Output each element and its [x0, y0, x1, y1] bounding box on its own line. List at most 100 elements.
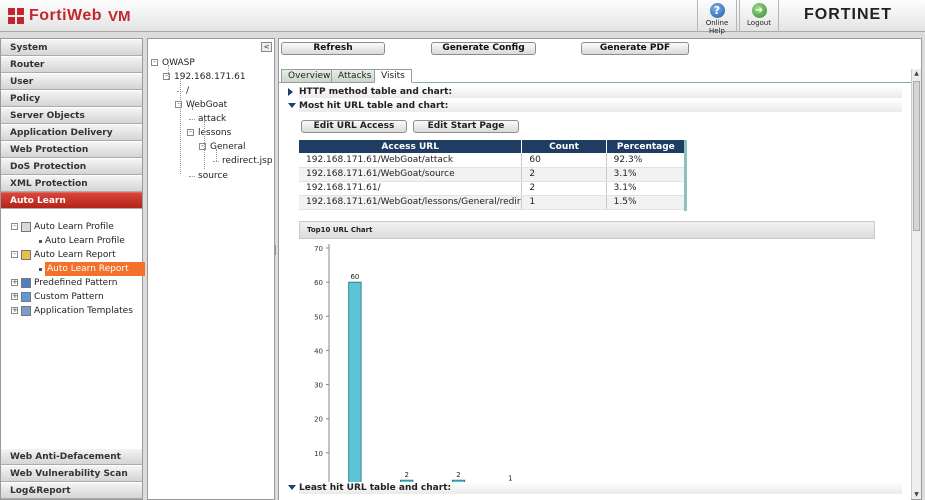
site-tree-node[interactable]: /: [186, 85, 189, 98]
bullet-icon: [39, 268, 42, 271]
nav-item-application-delivery[interactable]: Application Delivery: [1, 124, 142, 141]
nav-item-dos-protection[interactable]: DoS Protection: [1, 158, 142, 175]
column-header-count[interactable]: Count: [521, 140, 607, 153]
most-hit-section-header[interactable]: Most hit URL table and chart:: [288, 100, 902, 112]
table-row[interactable]: 192.168.171.61/WebGoat/attack 60 92.3%: [299, 153, 687, 168]
custom-icon: [21, 292, 31, 302]
scrollbar-thumb[interactable]: [913, 81, 920, 231]
generate-config-button[interactable]: Generate Config: [431, 42, 536, 55]
tree-item-custom-pattern[interactable]: + Custom Pattern: [1, 290, 142, 304]
generate-pdf-button[interactable]: Generate PDF: [581, 42, 689, 55]
collapse-icon[interactable]: -: [11, 251, 18, 258]
fortinet-brand: FORTINET: [804, 6, 892, 23]
collapse-icon[interactable]: -: [187, 129, 194, 136]
refresh-button[interactable]: Refresh: [281, 42, 385, 55]
tree-item-predefined-pattern[interactable]: + Predefined Pattern: [1, 276, 142, 290]
tab-visits[interactable]: Visits: [374, 69, 412, 83]
percentage-cell: 3.1%: [606, 167, 687, 182]
site-tree-node[interactable]: WebGoat: [186, 99, 227, 112]
site-tree-node[interactable]: redirect.jsp: [222, 155, 273, 168]
table-row[interactable]: 192.168.171.61/2 3.1%: [299, 181, 687, 196]
nav-item-log-report[interactable]: Log&Report: [1, 482, 142, 499]
tree-item-auto-learn-profile[interactable]: Auto Learn Profile: [1, 234, 142, 248]
nav-item-user[interactable]: User: [1, 73, 142, 90]
tree-item-auto-learn-report[interactable]: - Auto Learn Report: [1, 248, 142, 262]
bar-value-label: 60: [350, 273, 359, 281]
column-header-percentage[interactable]: Percentage: [606, 140, 687, 153]
collapse-panel-button[interactable]: <: [261, 42, 272, 52]
tab-overview[interactable]: Overview: [281, 69, 338, 83]
http-method-section-header[interactable]: HTTP method table and chart:: [288, 86, 902, 98]
most-hit-section-label: Most hit URL table and chart:: [299, 101, 449, 111]
y-tick-label: 50: [314, 313, 323, 321]
count-cell: 2: [521, 167, 607, 182]
nav-item-router[interactable]: Router: [1, 56, 142, 73]
tree-connector: [180, 79, 181, 174]
chart-bar: [348, 281, 362, 488]
table-row[interactable]: 192.168.171.61/WebGoat/lessons/General/r…: [299, 195, 687, 210]
url-cell: 192.168.171.61/WebGoat/lessons/General/r…: [299, 195, 523, 210]
fortinet-logo-icon: [8, 7, 25, 25]
y-tick-label: 40: [314, 347, 323, 355]
report-tabs: Overview Attacks Visits: [279, 68, 921, 83]
count-cell: 1: [521, 195, 607, 210]
tab-attacks[interactable]: Attacks: [331, 69, 379, 83]
tree-item-label: Auto Learn Report: [34, 250, 116, 260]
nav-item-web-anti-defacement[interactable]: Web Anti-Defacement: [1, 448, 142, 465]
panel-splitter[interactable]: [274, 245, 276, 255]
nav-item-policy[interactable]: Policy: [1, 90, 142, 107]
expand-icon[interactable]: +: [11, 307, 18, 314]
nav-item-system[interactable]: System: [1, 39, 142, 56]
help-icon: ?: [709, 3, 725, 18]
online-help-label: Online Help: [705, 19, 729, 35]
top10-url-chart: 01020304050607060221: [314, 244, 847, 492]
tree-connector: [189, 119, 195, 120]
tree-item-label: Predefined Pattern: [34, 278, 118, 288]
tree-item-application-templates[interactable]: + Application Templates: [1, 304, 142, 318]
header-bar: FortiWeb VM ? Online Help ➜ Logout FORTI…: [0, 0, 925, 35]
site-tree-node[interactable]: OWASP: [162, 57, 195, 70]
collapse-icon[interactable]: -: [11, 223, 18, 230]
tree-item-auto-learn-profile[interactable]: - Auto Learn Profile: [1, 220, 142, 234]
online-help-button[interactable]: ? Online Help: [697, 0, 737, 35]
logout-icon: ➜: [751, 3, 767, 18]
least-hit-section-header[interactable]: Least hit URL table and chart:: [288, 482, 902, 494]
logout-label: Logout: [747, 19, 771, 27]
tree-connector: [168, 65, 169, 79]
url-cell: 192.168.171.61/WebGoat/attack: [299, 153, 523, 168]
tree-connector: [192, 107, 193, 109]
site-tree-node[interactable]: attack: [198, 113, 226, 126]
nav-item-web-protection[interactable]: Web Protection: [1, 141, 142, 158]
logout-button[interactable]: ➜ Logout: [739, 0, 779, 32]
scroll-up-icon[interactable]: ▲: [913, 70, 920, 77]
table-row[interactable]: 192.168.171.61/WebGoat/source 2 3.1%: [299, 167, 687, 182]
site-tree-node[interactable]: lessons: [198, 127, 231, 140]
site-tree-node[interactable]: 192.168.171.61: [174, 71, 246, 84]
scroll-down-icon[interactable]: ▼: [913, 491, 920, 498]
nav-item-server-objects[interactable]: Server Objects: [1, 107, 142, 124]
tree-item-label: Auto Learn Profile: [34, 222, 114, 232]
tree-item-label: Application Templates: [34, 306, 133, 316]
visits-content: HTTP method table and chart: Most hit UR…: [279, 84, 911, 500]
expand-icon[interactable]: +: [11, 279, 18, 286]
percentage-cell: 3.1%: [606, 181, 687, 196]
profile-icon: [21, 222, 31, 232]
collapse-arrow-icon: [288, 485, 296, 490]
most-hit-url-table: Access URL Count Percentage 192.168.171.…: [299, 140, 687, 210]
percentage-cell: 92.3%: [606, 153, 687, 168]
nav-item-web-vulnerability-scan[interactable]: Web Vulnerability Scan: [1, 465, 142, 482]
expand-icon[interactable]: +: [11, 293, 18, 300]
nav-item-xml-protection[interactable]: XML Protection: [1, 175, 142, 192]
column-header-access-url[interactable]: Access URL: [299, 140, 523, 153]
left-navigation: System Router User Policy Server Objects Appl…: [0, 38, 145, 500]
tree-item-auto-learn-report[interactable]: Auto Learn Report: [1, 262, 145, 276]
tree-item-label: Auto Learn Profile: [45, 236, 125, 246]
edit-start-page-button[interactable]: Edit Start Page: [413, 120, 519, 133]
pattern-icon: [21, 278, 31, 288]
y-tick-label: 10: [314, 450, 323, 458]
nav-item-auto-learn[interactable]: Auto Learn: [1, 192, 142, 209]
site-tree-node[interactable]: source: [198, 170, 228, 183]
vertical-scrollbar[interactable]: ▲ ▼: [911, 69, 921, 499]
edit-url-access-button[interactable]: Edit URL Access: [301, 120, 407, 133]
collapse-icon[interactable]: -: [151, 59, 158, 66]
